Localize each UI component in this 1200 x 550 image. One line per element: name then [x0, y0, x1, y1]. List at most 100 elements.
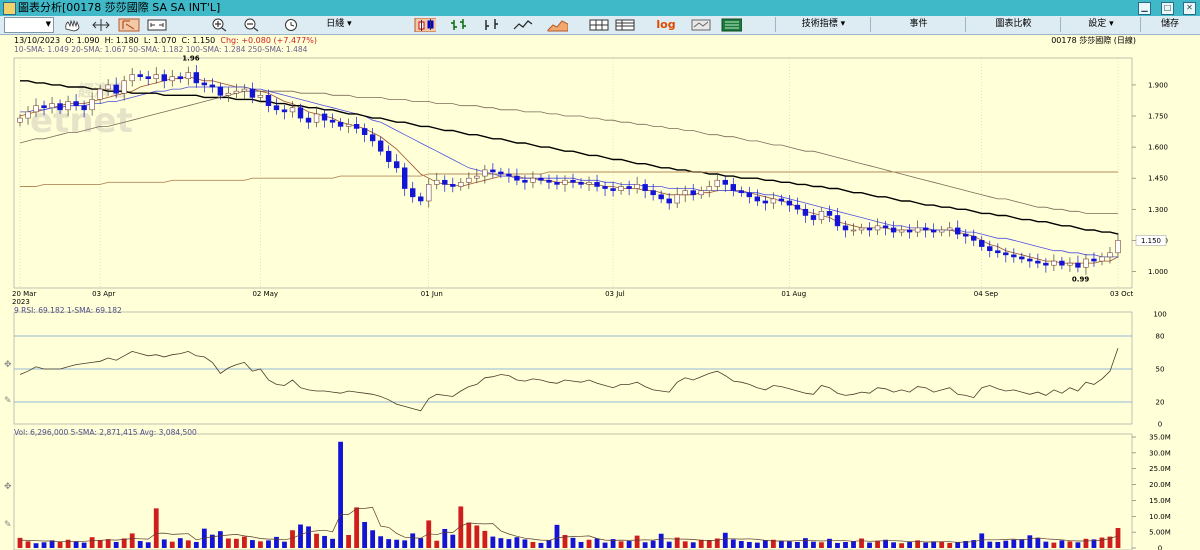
volume-bar-117	[955, 542, 961, 548]
candle-body-118	[963, 233, 969, 237]
candle-body-77	[634, 184, 640, 189]
volume-bar-46	[386, 539, 392, 548]
volume-bar-47	[394, 539, 400, 548]
candle-body-67	[554, 182, 560, 185]
candle-body-125	[1019, 256, 1025, 260]
candle-body-127	[1035, 260, 1041, 264]
volume-bar-58	[482, 530, 488, 548]
candle-body-78	[642, 184, 648, 191]
candle-body-132	[1075, 262, 1081, 268]
volume-bar-41	[346, 534, 352, 548]
volume-bar-63	[522, 539, 528, 548]
volume-bar-15	[137, 541, 143, 548]
volume-bar-71	[586, 539, 592, 548]
candle-body-73	[602, 186, 608, 189]
candle-body-30	[257, 94, 264, 98]
candle-body-20	[177, 76, 183, 80]
volume-bar-123	[1003, 540, 1009, 548]
volume-bar-115	[939, 541, 945, 548]
candle-body-93	[762, 200, 769, 204]
candle-body-48	[401, 167, 408, 189]
volume-bar-78	[642, 542, 648, 548]
price-panel-frame	[13, 57, 1133, 289]
volume-bar-86	[706, 540, 712, 548]
vol-tick-label-6: 30.0M	[1149, 449, 1171, 457]
candle-body-44	[369, 134, 376, 142]
volume-bar-93	[762, 540, 768, 548]
volume-bar-107	[875, 541, 880, 548]
vol-tick-label-5: 25.0M	[1149, 465, 1171, 473]
candle-body-129	[1051, 260, 1057, 266]
volume-bar-101	[827, 538, 832, 548]
volume-bar-61	[506, 539, 512, 548]
volume-bar-52	[434, 540, 440, 548]
volume-bar-48	[402, 540, 408, 548]
volume-bar-2	[33, 543, 39, 548]
candle-body-124	[1011, 254, 1017, 258]
candle-body-39	[329, 119, 336, 123]
vol-tick-label-7: 35.0M	[1149, 434, 1171, 442]
candle-body-121	[987, 246, 993, 252]
candle-body-18	[161, 74, 167, 82]
volume-bar-90	[738, 541, 744, 548]
volume-bar-70	[578, 541, 584, 548]
candle-body-25	[217, 86, 224, 96]
low-annotation: 0.99	[1072, 275, 1089, 283]
volume-bar-49	[410, 533, 416, 548]
ma-line-10-sma	[19, 76, 1119, 264]
volume-bar-27	[233, 538, 239, 548]
candle-body-47	[393, 161, 400, 169]
candle-body-95	[778, 198, 785, 202]
candle-body-116	[946, 227, 953, 231]
candle-body-22	[193, 72, 200, 84]
volume-bar-14	[129, 533, 135, 548]
volume-bar-6	[65, 539, 71, 548]
volume-bar-65	[538, 542, 544, 548]
candle-body-120	[979, 240, 985, 247]
ma-line-50-sma	[20, 80, 1119, 235]
volume-bar-129	[1051, 542, 1057, 548]
price-tick-label-4: 1.600	[1148, 144, 1168, 152]
rsi-tick-label-2: 50	[1156, 366, 1165, 374]
volume-bar-89	[730, 539, 736, 548]
volume-bar-50	[418, 538, 424, 548]
candle-body-4	[49, 103, 55, 109]
rsi-panel-frame	[13, 311, 1133, 425]
date-label-5: 01 Aug	[781, 290, 806, 298]
volume-bar-37	[314, 533, 319, 548]
volume-bar-110	[899, 543, 905, 548]
candle-body-59	[490, 169, 496, 173]
candle-body-126	[1027, 258, 1033, 262]
vol-tick-label-3: 15.0M	[1149, 497, 1171, 505]
candle-body-87	[714, 179, 720, 187]
candle-body-38	[321, 113, 328, 121]
volume-bar-76	[626, 541, 632, 548]
volume-bar-35	[298, 524, 303, 548]
candle-body-53	[442, 179, 448, 185]
candle-body-33	[281, 109, 288, 113]
candle-body-54	[450, 184, 456, 187]
candle-body-31	[265, 94, 272, 106]
candle-body-35	[297, 107, 304, 119]
candle-body-75	[618, 186, 624, 191]
candle-body-97	[794, 204, 801, 210]
candle-body-58	[482, 169, 488, 177]
chart-canvas[interactable]: etnet 經濟通 1.0001.1501.3001.4501.6001.750…	[0, 0, 1200, 550]
candle-body-27	[233, 90, 240, 94]
volume-bar-67	[554, 524, 560, 548]
date-label-4: 03 Jul	[605, 290, 625, 298]
candle-body-82	[674, 194, 680, 204]
volume-bar-104	[851, 541, 856, 548]
volume-bar-105	[859, 538, 864, 548]
candle-body-1	[25, 111, 31, 119]
candle-body-92	[754, 196, 761, 202]
candle-body-69	[570, 179, 576, 183]
candle-body-15	[137, 74, 143, 77]
candle-body-79	[650, 190, 656, 196]
candle-body-104	[850, 229, 857, 232]
price-tick-label-5: 1.750	[1148, 113, 1168, 121]
candle-body-26	[225, 92, 232, 96]
volume-bar-18	[161, 539, 167, 548]
candle-body-6	[65, 101, 71, 111]
candle-body-11	[105, 84, 111, 90]
